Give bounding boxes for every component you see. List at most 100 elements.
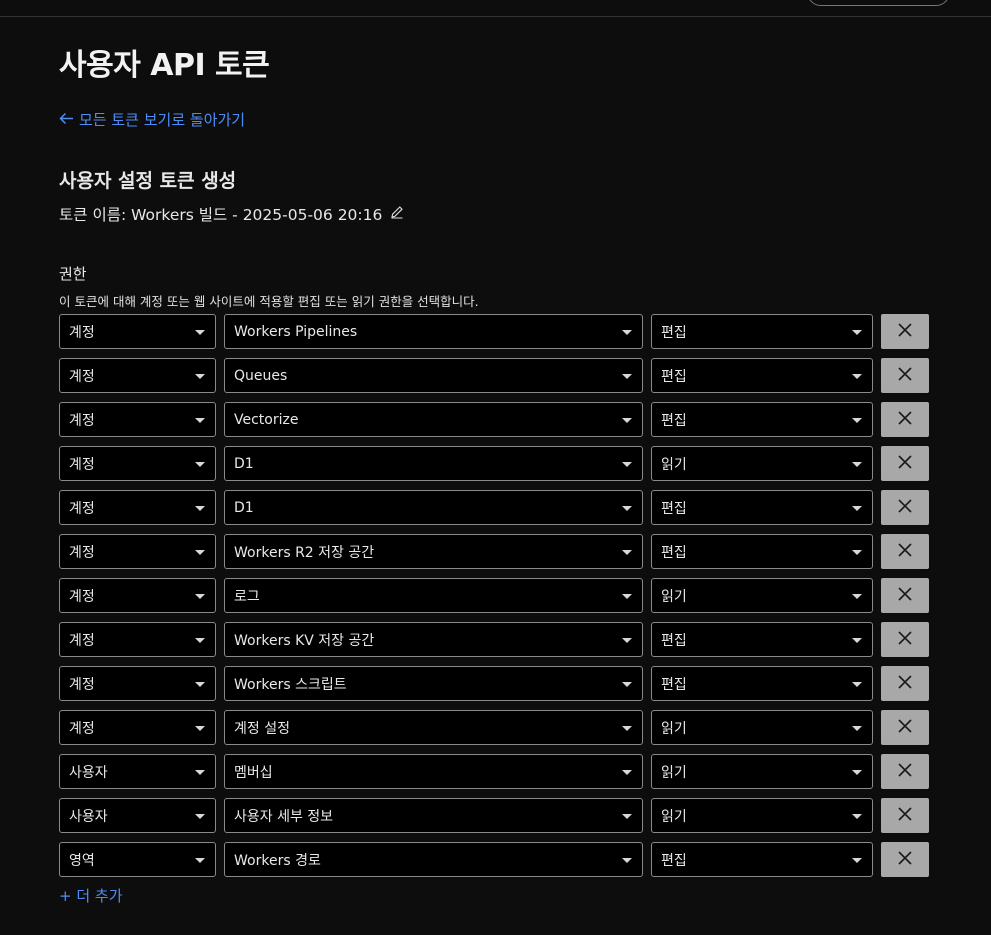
remove-permission-button[interactable] (881, 798, 929, 833)
caret-down-icon (622, 594, 632, 599)
caret-down-icon (852, 550, 862, 555)
caret-down-icon (195, 638, 205, 643)
access-select[interactable]: 읽기 (651, 798, 873, 833)
remove-permission-button[interactable] (881, 534, 929, 569)
remove-permission-button[interactable] (881, 314, 929, 349)
caret-down-icon (852, 726, 862, 731)
access-select[interactable]: 편집 (651, 490, 873, 525)
permissions-label: 권한 (59, 265, 87, 283)
caret-down-icon (622, 418, 632, 423)
remove-permission-button[interactable] (881, 754, 929, 789)
scope-select-value: 계정 (69, 720, 95, 737)
resource-select[interactable]: 계정 설정 (224, 710, 643, 745)
remove-permission-button[interactable] (881, 490, 929, 525)
permission-row: 계정 계정 설정 읽기 (59, 710, 929, 745)
token-name-row: 토큰 이름: Workers 빌드 - 2025-05-06 20:16 (59, 203, 404, 225)
caret-down-icon (622, 462, 632, 467)
close-icon (898, 719, 912, 736)
resource-select-value: 멤버십 (234, 764, 273, 781)
access-select-value: 편집 (661, 368, 687, 385)
caret-down-icon (195, 770, 205, 775)
close-icon (898, 807, 912, 824)
access-select-value: 편집 (661, 544, 687, 561)
access-select[interactable]: 편집 (651, 666, 873, 701)
remove-permission-button[interactable] (881, 842, 929, 877)
scope-select[interactable]: 사용자 (59, 754, 216, 789)
scope-select[interactable]: 계정 (59, 622, 216, 657)
resource-select[interactable]: 사용자 세부 정보 (224, 798, 643, 833)
access-select[interactable]: 편집 (651, 358, 873, 393)
caret-down-icon (622, 638, 632, 643)
scope-select[interactable]: 계정 (59, 358, 216, 393)
resource-select[interactable]: 멤버십 (224, 754, 643, 789)
caret-down-icon (852, 418, 862, 423)
remove-permission-button[interactable] (881, 446, 929, 481)
caret-down-icon (195, 858, 205, 863)
access-select[interactable]: 편집 (651, 534, 873, 569)
caret-down-icon (622, 770, 632, 775)
resource-select-value: Vectorize (234, 411, 299, 428)
resource-select[interactable]: Workers 경로 (224, 842, 643, 877)
scope-select-value: 계정 (69, 632, 95, 649)
remove-permission-button[interactable] (881, 358, 929, 393)
scope-select[interactable]: 계정 (59, 710, 216, 745)
arrow-left-icon (59, 111, 74, 129)
scope-select[interactable]: 계정 (59, 402, 216, 437)
close-icon (898, 499, 912, 516)
remove-permission-button[interactable] (881, 710, 929, 745)
scope-select[interactable]: 영역 (59, 842, 216, 877)
resource-select-value: 로그 (234, 588, 260, 605)
resource-select[interactable]: Queues (224, 358, 643, 393)
remove-permission-button[interactable] (881, 622, 929, 657)
access-select-value: 편집 (661, 324, 687, 341)
permission-row: 계정 Workers 스크립트 편집 (59, 666, 929, 701)
resource-select[interactable]: Workers 스크립트 (224, 666, 643, 701)
access-select[interactable]: 편집 (651, 622, 873, 657)
access-select-value: 읽기 (661, 456, 687, 473)
scope-select[interactable]: 계정 (59, 314, 216, 349)
scope-select[interactable]: 계정 (59, 578, 216, 613)
scope-select-value: 계정 (69, 324, 95, 341)
resource-select[interactable]: Vectorize (224, 402, 643, 437)
remove-permission-button[interactable] (881, 402, 929, 437)
caret-down-icon (622, 374, 632, 379)
permission-row: 사용자 멤버십 읽기 (59, 754, 929, 789)
access-select[interactable]: 편집 (651, 314, 873, 349)
scope-select[interactable]: 계정 (59, 490, 216, 525)
access-select[interactable]: 읽기 (651, 446, 873, 481)
resource-select[interactable]: Workers R2 저장 공간 (224, 534, 643, 569)
close-icon (898, 675, 912, 692)
scope-select[interactable]: 계정 (59, 534, 216, 569)
permission-row: 계정 로그 읽기 (59, 578, 929, 613)
caret-down-icon (622, 550, 632, 555)
caret-down-icon (195, 462, 205, 467)
permission-row: 계정 Workers Pipelines 편집 (59, 314, 929, 349)
access-select[interactable]: 편집 (651, 402, 873, 437)
caret-down-icon (195, 418, 205, 423)
resource-select[interactable]: 로그 (224, 578, 643, 613)
scope-select[interactable]: 계정 (59, 666, 216, 701)
close-icon (898, 455, 912, 472)
add-more-link[interactable]: + 더 추가 (59, 885, 123, 906)
access-select[interactable]: 읽기 (651, 710, 873, 745)
resource-select[interactable]: D1 (224, 446, 643, 481)
access-select[interactable]: 읽기 (651, 754, 873, 789)
scope-select-value: 계정 (69, 676, 95, 693)
remove-permission-button[interactable] (881, 578, 929, 613)
back-to-tokens-link[interactable]: 모든 토큰 보기로 돌아가기 (59, 109, 245, 130)
resource-select-value: Workers KV 저장 공간 (234, 632, 375, 649)
resource-select[interactable]: Workers KV 저장 공간 (224, 622, 643, 657)
access-select[interactable]: 읽기 (651, 578, 873, 613)
scope-select[interactable]: 계정 (59, 446, 216, 481)
account-menu-button[interactable] (807, 0, 950, 6)
resource-select[interactable]: Workers Pipelines (224, 314, 643, 349)
resource-select[interactable]: D1 (224, 490, 643, 525)
access-select-value: 읽기 (661, 588, 687, 605)
caret-down-icon (852, 682, 862, 687)
pencil-icon[interactable] (390, 205, 404, 223)
caret-down-icon (852, 462, 862, 467)
scope-select[interactable]: 사용자 (59, 798, 216, 833)
caret-down-icon (195, 374, 205, 379)
access-select[interactable]: 편집 (651, 842, 873, 877)
remove-permission-button[interactable] (881, 666, 929, 701)
